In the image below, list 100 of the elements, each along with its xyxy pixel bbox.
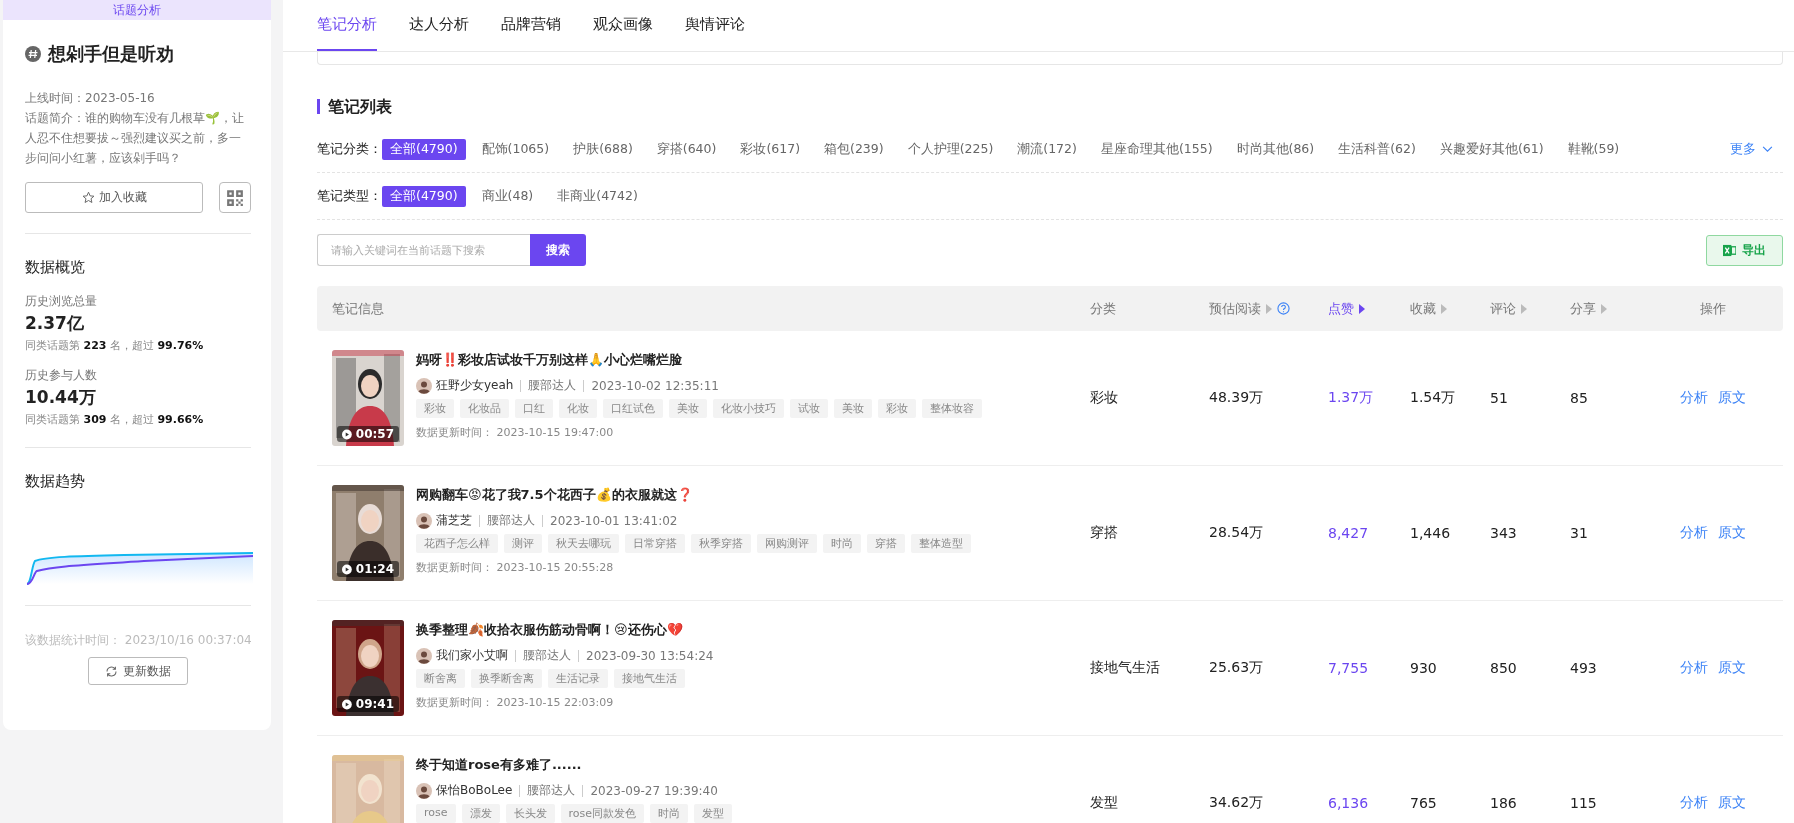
action-link[interactable]: 原文 (1718, 524, 1746, 542)
table-cell-text: 85 (1569, 390, 1589, 406)
note-tag: 生活记录 (548, 669, 608, 688)
sort-header[interactable]: 评论 (1490, 299, 1516, 318)
column-header: 分类 (1090, 299, 1116, 318)
filter-option[interactable]: 生活科普(62) (1330, 138, 1424, 160)
table-cell-text: 850 (1489, 660, 1518, 676)
action-link[interactable]: 原文 (1718, 794, 1746, 812)
favorite-button[interactable]: 加入收藏 (25, 182, 203, 213)
action-link[interactable]: 分析 (1680, 659, 1708, 677)
overview-title: 数据概览 (25, 258, 86, 277)
table-cell-text: 34.62万 (1208, 794, 1265, 812)
note-tag: 时尚 (823, 534, 861, 553)
publish-time: 2023-10-02 12:35:11 (591, 378, 719, 393)
table-cell-text: 115 (1569, 795, 1598, 811)
avatar-icon (416, 782, 432, 799)
avatar-icon (416, 647, 432, 664)
qr-code-icon (226, 188, 244, 207)
video-duration: 01:24 (337, 561, 399, 577)
nav-tab[interactable]: 达人分析 (409, 0, 469, 51)
filter-option[interactable]: 全部(4790) (382, 138, 466, 160)
nav-tab[interactable]: 观众画像 (593, 0, 653, 51)
rank-text: 同类话题第 223 名，超过 99.76% (25, 338, 205, 353)
filter-option[interactable]: 穿搭(640) (648, 138, 725, 160)
note-title[interactable]: 妈呀‼彩妆店试妆千万别这样🙏小心烂嘴烂脸 (416, 351, 982, 369)
note-tag: 断舍离 (416, 669, 465, 688)
author-level: 腰部达人 (527, 782, 576, 799)
filter-option[interactable]: 商业(48) (473, 185, 542, 207)
update-time: 数据更新时间： 2023-10-15 20:55:28 (416, 560, 615, 575)
trend-title: 数据趋势 (25, 472, 86, 491)
sort-icon (1601, 303, 1607, 314)
note-tag: rose同款发色 (560, 804, 645, 823)
table-cell-text: 彩妆 (1089, 389, 1119, 407)
filter-option[interactable]: 鞋靴(59) (1559, 138, 1628, 160)
sort-icon (1266, 303, 1272, 314)
nav-tab[interactable]: 品牌营销 (501, 0, 561, 51)
play-icon (342, 563, 352, 575)
author-name[interactable]: 保怡BoBoLee (436, 782, 513, 799)
note-title[interactable]: 网购翻车😡花了我7.5个花西子💰的衣服就这❓ (416, 486, 971, 504)
more-link[interactable]: 更多 (1730, 140, 1773, 158)
table-cell-text: 31 (1569, 525, 1589, 541)
action-link[interactable]: 分析 (1680, 794, 1708, 812)
hashtag-icon (25, 46, 41, 62)
refresh-icon (105, 664, 118, 678)
sort-header[interactable]: 收藏 (1410, 299, 1436, 318)
note-tag: 彩妆 (416, 399, 454, 418)
author-name[interactable]: 我们家小艾啊 (436, 647, 508, 664)
filter-option[interactable]: 潮流(172) (1009, 138, 1085, 160)
filter-option[interactable]: 全部(4790) (382, 185, 466, 207)
column-header: 操作 (1700, 299, 1726, 318)
author-level: 腰部达人 (487, 512, 535, 529)
chevron-down-icon (1762, 145, 1773, 153)
filter-option[interactable]: 个人护理(225) (899, 138, 1002, 160)
sort-header[interactable]: 点赞 (1328, 299, 1354, 318)
publish-time: 2023-10-01 13:41:02 (550, 513, 678, 528)
filter-option[interactable]: 护肤(688) (565, 138, 641, 160)
note-tag: 时尚 (650, 804, 689, 823)
table-cell-text: 6,136 (1327, 795, 1370, 811)
action-link[interactable]: 原文 (1718, 659, 1746, 677)
author-name[interactable]: 蒲芝芝 (436, 512, 472, 529)
qr-code-button[interactable] (219, 182, 251, 213)
filter-option[interactable]: 配饰(1065) (473, 138, 558, 160)
table-cell-text: 765 (1409, 795, 1438, 811)
nav-tab[interactable]: 舆情评论 (685, 0, 745, 51)
filter-option[interactable]: 箱包(239) (816, 138, 892, 160)
online-date: 上线时间：2023-05-16 (25, 90, 156, 107)
filter-option[interactable]: 彩妆(617) (732, 138, 809, 160)
update-time: 数据更新时间： 2023-10-15 19:47:00 (416, 425, 615, 440)
note-tag: 美妆 (669, 399, 707, 418)
help-icon (1277, 302, 1290, 315)
note-tag: 长头发 (505, 804, 555, 823)
action-link[interactable]: 分析 (1680, 389, 1708, 407)
note-tag: 口红试色 (603, 399, 663, 418)
sort-header[interactable]: 预估阅读 (1209, 299, 1261, 318)
filter-option[interactable]: 兴趣爱好其他(61) (1431, 138, 1552, 160)
table-cell-text: 930 (1409, 660, 1438, 676)
section-title: 笔记列表 (317, 99, 1783, 114)
filter-label: 笔记类型： (317, 187, 382, 205)
filter-option[interactable]: 时尚其他(86) (1228, 138, 1323, 160)
sort-header[interactable]: 分享 (1570, 299, 1596, 318)
nav-tab[interactable]: 笔记分析 (317, 0, 377, 51)
stat-label: 历史浏览总量 (25, 293, 98, 310)
author-name[interactable]: 狂野少女yeah (436, 377, 514, 394)
action-link[interactable]: 分析 (1680, 524, 1708, 542)
note-tag: 整体妆容 (922, 399, 982, 418)
author-level: 腰部达人 (523, 647, 571, 664)
author-level: 腰部达人 (528, 377, 577, 394)
note-tag: 彩妆 (878, 399, 916, 418)
filter-option[interactable]: 星座命理其他(155) (1092, 138, 1221, 160)
search-button[interactable]: 搜索 (530, 234, 586, 266)
table-cell-text: 7,755 (1327, 660, 1370, 676)
note-title[interactable]: 终于知道rose有多难了...... (416, 756, 733, 774)
action-link[interactable]: 原文 (1718, 389, 1746, 407)
refresh-button[interactable]: 更新数据 (88, 657, 188, 685)
note-tag: 漂发 (461, 804, 500, 823)
note-tag: 试妆 (790, 399, 828, 418)
publish-time: 2023-09-27 19:39:40 (590, 783, 718, 798)
search-field[interactable]: 请输入关键词在当前话题下搜索 (317, 234, 530, 266)
filter-option[interactable]: 非商业(4742) (549, 185, 646, 207)
note-title[interactable]: 换季整理🍂收拾衣服伤筋动骨啊！😢还伤心💔 (416, 621, 714, 639)
